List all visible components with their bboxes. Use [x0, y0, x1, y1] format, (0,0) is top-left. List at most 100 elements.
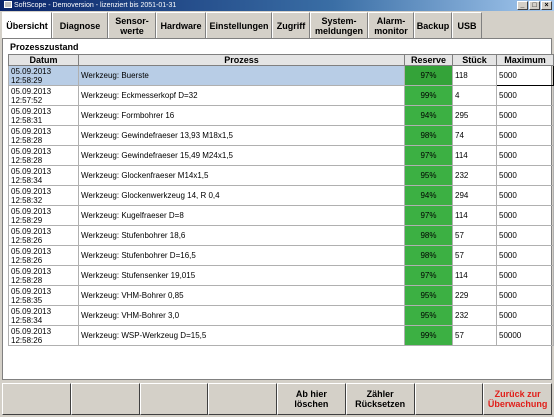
- tab-hardware[interactable]: Hardware: [156, 12, 206, 38]
- table-row[interactable]: 05.09.2013 12:58:28 Werkzeug: Gewindefraes…: [8, 145, 554, 166]
- table-row[interactable]: 05.09.2013 12:58:28 Werkzeug: Gewindefraes…: [8, 125, 554, 146]
- time-value: 12:58:29: [11, 75, 43, 85]
- column-header-reserve[interactable]: Reserve: [404, 54, 453, 66]
- date-value: 05.09.2013: [11, 166, 52, 176]
- footer-button-empty-3[interactable]: [208, 383, 277, 415]
- cell-max[interactable]: 50000: [496, 325, 554, 346]
- table-row[interactable]: 05.09.2013 12:58:26 Werkzeug: WSP-Werkzeug…: [8, 325, 554, 346]
- time-value: 12:58:34: [11, 175, 43, 185]
- cell-date: 05.09.2013 12:58:29: [8, 205, 79, 226]
- tab-alarmmonitor[interactable]: Alarm-monitor: [368, 12, 414, 38]
- cell-max[interactable]: 5000: [496, 305, 554, 326]
- cell-date: 05.09.2013 12:58:29: [8, 65, 79, 86]
- table-row[interactable]: 05.09.2013 12:57:52 Werkzeug: Eckmesserkop…: [8, 85, 554, 106]
- process-table: Datum Prozess Reserve Stück Maximum 05.0…: [8, 54, 554, 346]
- date-value: 05.09.2013: [11, 86, 52, 96]
- tab-diagnose[interactable]: Diagnose: [52, 12, 108, 38]
- close-icon[interactable]: ×: [541, 1, 552, 10]
- maximize-icon[interactable]: □: [529, 1, 540, 10]
- table-row[interactable]: 05.09.2013 12:58:26 Werkzeug: Stufenbohrer…: [8, 245, 554, 266]
- cell-date: 05.09.2013 12:58:28: [8, 265, 79, 286]
- cell-date: 05.09.2013 12:58:34: [8, 165, 79, 186]
- table-row[interactable]: 05.09.2013 12:58:35 Werkzeug: VHM-Bohrer 0…: [8, 285, 554, 306]
- footer-button-empty-6[interactable]: [414, 383, 484, 415]
- cell-count: 232: [452, 165, 497, 186]
- column-header-max[interactable]: Maximum: [496, 54, 554, 66]
- column-header-process[interactable]: Prozess: [78, 54, 405, 66]
- cell-count: 57: [452, 325, 497, 346]
- cell-reserve: 97%: [404, 205, 453, 226]
- cell-process: Werkzeug: Kugelfraeser D=8: [78, 205, 405, 226]
- cell-max[interactable]: 5000: [496, 145, 554, 166]
- table-row[interactable]: 05.09.2013 12:58:31 Werkzeug: Formbohrer 1…: [8, 105, 554, 126]
- tab-usb[interactable]: USB: [452, 12, 482, 38]
- table-row[interactable]: 05.09.2013 12:58:34 Werkzeug: Glockenfraes…: [8, 165, 554, 186]
- table-row[interactable]: 05.09.2013 12:58:29 Werkzeug: Buerste 97% 11…: [8, 65, 554, 86]
- footer-button-zaehler-ruecksetzen[interactable]: Zähler Rücksetzen: [345, 383, 415, 415]
- table-row[interactable]: 05.09.2013 12:58:28 Werkzeug: Stufensenker…: [8, 265, 554, 286]
- footer-button-empty-2[interactable]: [139, 383, 209, 415]
- cell-max[interactable]: 5000: [496, 205, 554, 226]
- time-value: 12:58:28: [11, 155, 43, 165]
- cell-count: 114: [452, 205, 497, 226]
- date-value: 05.09.2013: [11, 126, 52, 136]
- cell-date: 05.09.2013 12:58:26: [8, 245, 79, 266]
- cell-max[interactable]: 5000: [496, 225, 554, 246]
- cell-reserve: 95%: [404, 285, 453, 306]
- cell-reserve: 94%: [404, 105, 453, 126]
- footer-button-empty-1[interactable]: [70, 383, 140, 415]
- table-row[interactable]: 05.09.2013 12:58:32 Werkzeug: Glockenwerkz…: [8, 185, 554, 206]
- tab-einstellungen[interactable]: Einstellungen: [206, 12, 272, 38]
- cell-reserve: 99%: [404, 325, 453, 346]
- time-value: 12:58:35: [11, 295, 43, 305]
- cell-count: 4: [452, 85, 497, 106]
- cell-process: Werkzeug: Eckmesserkopf D=32: [78, 85, 405, 106]
- tab-zugriff[interactable]: Zugriff: [272, 12, 310, 38]
- table-row[interactable]: 05.09.2013 12:58:26 Werkzeug: Stufenbohrer…: [8, 225, 554, 246]
- cell-count: 294: [452, 185, 497, 206]
- date-value: 05.09.2013: [11, 306, 52, 316]
- date-value: 05.09.2013: [11, 206, 52, 216]
- cell-max[interactable]: 5000: [496, 285, 554, 306]
- cell-max[interactable]: 5000: [496, 125, 554, 146]
- cell-count: 232: [452, 305, 497, 326]
- footer-button-abhier-loeschen[interactable]: Ab hier löschen: [277, 383, 346, 415]
- minimize-icon[interactable]: _: [517, 1, 528, 10]
- cell-max[interactable]: 5000: [496, 85, 554, 106]
- cell-count: 114: [452, 145, 497, 166]
- time-value: 12:57:52: [11, 95, 43, 105]
- footer-button-empty-0[interactable]: [2, 383, 71, 415]
- cell-reserve: 97%: [404, 265, 453, 286]
- cell-max[interactable]: 5000: [496, 185, 554, 206]
- cell-max[interactable]: 5000: [496, 265, 554, 286]
- cell-max[interactable]: 5000: [496, 165, 554, 186]
- time-value: 12:58:28: [11, 135, 43, 145]
- table-row[interactable]: 05.09.2013 12:58:29 Werkzeug: Kugelfraeser…: [8, 205, 554, 226]
- tab-backup[interactable]: Backup: [414, 12, 452, 38]
- footer-button-zurueckzur-ueberwachung[interactable]: Zurück zur Überwachung: [483, 383, 552, 415]
- cell-process: Werkzeug: Stufenbohrer D=16,5: [78, 245, 405, 266]
- cell-reserve: 98%: [404, 225, 453, 246]
- time-value: 12:58:26: [11, 235, 43, 245]
- overview-panel: Prozesszustand Datum Prozess Reserve Stü…: [2, 38, 554, 380]
- table-header-row: Datum Prozess Reserve Stück Maximum: [8, 54, 554, 66]
- time-value: 12:58:28: [11, 275, 43, 285]
- tab-uebersicht[interactable]: Übersicht: [2, 12, 52, 38]
- table-row[interactable]: 05.09.2013 12:58:34 Werkzeug: VHM-Bohrer 3…: [8, 305, 554, 326]
- cell-max[interactable]: 5000: [496, 65, 554, 86]
- cell-process: Werkzeug: VHM-Bohrer 0,85: [78, 285, 405, 306]
- column-header-count[interactable]: Stück: [452, 54, 497, 66]
- footer-toolbar: Ab hier löschen Zähler Rücksetzen Zurück zur…: [2, 383, 552, 415]
- cell-process: Werkzeug: Gewindefraeser 15,49 M24x1,5: [78, 145, 405, 166]
- cell-date: 05.09.2013 12:58:28: [8, 125, 79, 146]
- cell-date: 05.09.2013 12:57:52: [8, 85, 79, 106]
- cell-process: Werkzeug: Glockenfraeser M14x1,5: [78, 165, 405, 186]
- cell-max[interactable]: 5000: [496, 245, 554, 266]
- cell-reserve: 97%: [404, 65, 453, 86]
- cell-max[interactable]: 5000: [496, 105, 554, 126]
- cell-date: 05.09.2013 12:58:26: [8, 225, 79, 246]
- tab-sensorwerte[interactable]: Sensor-werte: [108, 12, 156, 38]
- tab-systemmeldungen[interactable]: System-meldungen: [310, 12, 368, 38]
- column-header-date[interactable]: Datum: [8, 54, 79, 66]
- cell-date: 05.09.2013 12:58:31: [8, 105, 79, 126]
